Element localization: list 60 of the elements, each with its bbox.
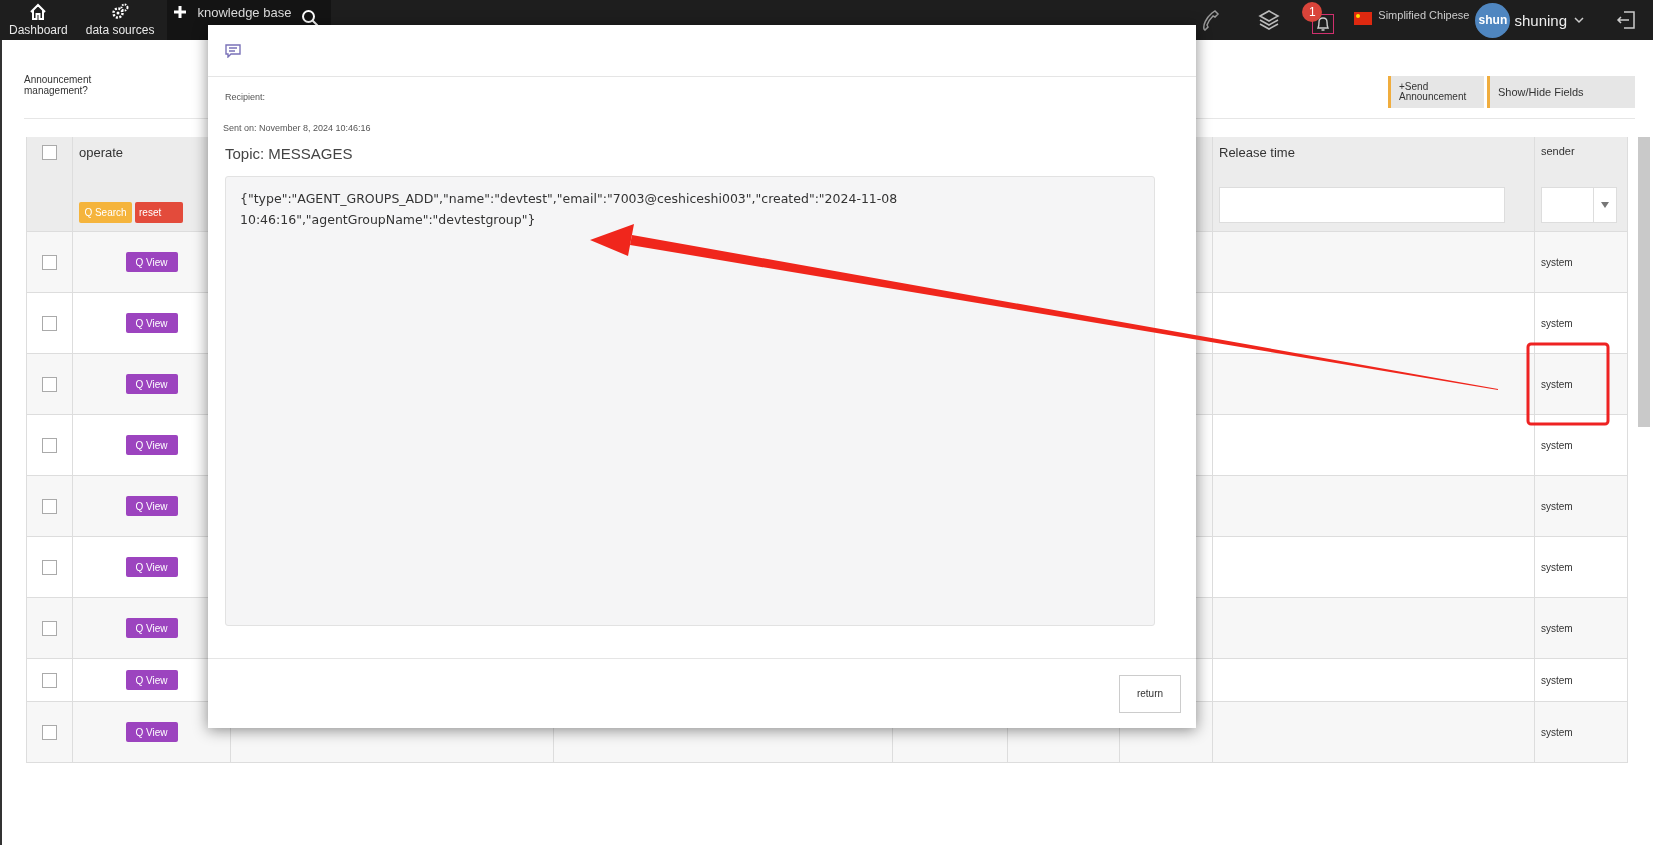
column-header: operate [79,145,124,160]
checkbox[interactable] [42,315,57,331]
user-name[interactable]: shuning [1514,11,1567,29]
dashboard-link[interactable]: Dashboard [0,0,77,40]
view-button[interactable]: Q View [125,722,178,742]
checkbox[interactable] [42,672,57,688]
view-button[interactable]: Q View [125,670,178,690]
view-button[interactable]: Q View [125,557,178,577]
user-avatar[interactable]: shun [1475,2,1511,38]
checkbox[interactable] [42,498,57,514]
notification-badge: 1 [1302,2,1323,22]
scrollbar-thumb[interactable] [1638,137,1650,427]
view-button[interactable]: Q View [125,374,178,394]
page-title: Announcement management? [24,74,93,96]
message-icon [225,43,241,58]
sender-text: system [1541,317,1573,329]
sender-text: system [1541,726,1573,738]
filter-dropdown[interactable] [1541,187,1617,223]
search-icon[interactable] [301,9,320,27]
recipient-label: Recipient: [225,92,267,102]
filter-field[interactable] [1219,187,1505,223]
sender-text: system [1541,500,1573,512]
caret-icon [1601,202,1609,208]
home-icon [29,3,48,21]
layers-icon[interactable] [1258,9,1281,31]
checkbox[interactable] [42,145,57,160]
view-button[interactable]: Q View [125,435,178,455]
view-button[interactable]: Q View [125,252,178,272]
checkbox[interactable] [42,724,57,740]
caret-icon[interactable] [1573,15,1585,25]
sender-text: system [1541,622,1573,634]
column-header: Release time [1219,145,1295,160]
gears-icon [111,3,130,21]
checkbox[interactable] [42,254,57,270]
sender-text: system [1541,256,1573,268]
bell-icon [1315,16,1332,32]
language-selector[interactable]: Simplified Chipese [1378,9,1470,21]
sent-date: Sent on: November 8, 2024 10:46:16 [223,123,372,133]
checkbox[interactable] [42,437,57,453]
message-body: {"type":"AGENT_GROUPS_ADD","name":"devtest","email":"7003@ceshiceshi003","created":"2024-11-08 10:46:16","agentGroupName":"devtestgroup"} [225,176,1155,626]
checkbox[interactable] [42,376,57,392]
view-button[interactable]: Q View [125,618,178,638]
view-button[interactable]: Q View [125,313,178,333]
logout-icon[interactable] [1615,9,1637,31]
sender-text: system [1541,439,1573,451]
view-button[interactable]: Q View [125,496,178,516]
show-hide-fields-button[interactable]: Show/Hide Fields [1487,76,1635,108]
data-sources-link[interactable]: data sources [76,0,164,40]
checkbox[interactable] [42,620,57,636]
plus-icon [173,5,188,19]
dialog-topic: Topic: MESSAGES [225,145,354,162]
column-header: sender [1541,145,1575,157]
sender-text: system [1541,561,1573,573]
return-button[interactable]: return [1119,674,1181,713]
reset-button[interactable]: reset [135,202,183,223]
china-flag-icon [1354,11,1373,25]
sender-text: system [1541,378,1573,390]
checkbox[interactable] [42,559,57,575]
send-announcement-button[interactable]: +Send Announcement [1388,76,1484,108]
sender-text: system [1541,674,1573,686]
